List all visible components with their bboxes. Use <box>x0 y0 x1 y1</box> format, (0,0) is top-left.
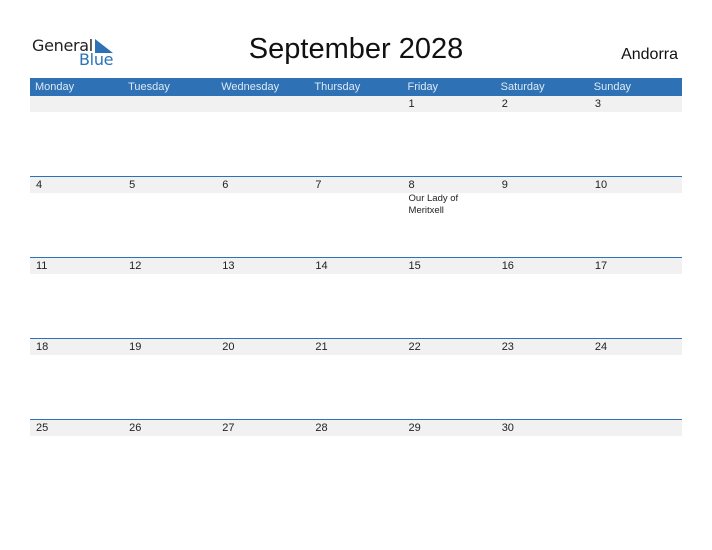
day-cell: 1 <box>403 96 496 177</box>
weekday-monday: Monday <box>35 81 75 93</box>
day-cell <box>589 420 682 501</box>
day-cell: 7 <box>309 177 402 258</box>
day-number: 28 <box>315 422 328 434</box>
day-cell: 16 <box>496 258 589 339</box>
weekday-header: Monday Tuesday Wednesday Thursday Friday… <box>30 78 682 96</box>
day-cell: 21 <box>309 339 402 420</box>
day-cell: 14 <box>309 258 402 339</box>
weekday-saturday: Saturday <box>500 81 545 93</box>
weekday-sunday: Sunday <box>593 81 632 93</box>
day-cell: 22 <box>403 339 496 420</box>
week-row: 4 5 6 7 8 Our Lady of Meritxell 9 10 <box>30 176 682 258</box>
day-number: 7 <box>315 179 322 191</box>
week-row: 11 12 13 14 15 16 17 <box>30 257 682 339</box>
day-cell: 12 <box>123 258 216 339</box>
day-cell: 9 <box>496 177 589 258</box>
weekday-thursday: Thursday <box>314 81 361 93</box>
day-number: 6 <box>222 179 229 191</box>
day-cell: 3 <box>589 96 682 177</box>
country-label: Andorra <box>621 46 678 63</box>
day-number: 24 <box>594 341 608 353</box>
day-number: 27 <box>222 422 235 434</box>
day-cell: 20 <box>216 339 309 420</box>
week-row: 1 2 3 <box>30 96 682 177</box>
day-cell: 2 <box>496 96 589 177</box>
day-cell: 6 <box>216 177 309 258</box>
day-number: 13 <box>222 260 235 272</box>
day-number: 29 <box>408 422 421 434</box>
day-number: 26 <box>129 422 142 434</box>
day-cell <box>123 96 216 177</box>
day-cell: 15 <box>403 258 496 339</box>
day-number: 3 <box>594 98 601 110</box>
day-number: 4 <box>36 179 43 191</box>
day-number: 19 <box>129 341 142 353</box>
day-cell: 29 <box>403 420 496 501</box>
day-number: 15 <box>408 260 421 272</box>
day-cell: 5 <box>123 177 216 258</box>
day-cell: 8 Our Lady of Meritxell <box>403 177 496 258</box>
day-cell: 13 <box>216 258 309 339</box>
day-number: 5 <box>129 179 136 191</box>
day-cell: 10 <box>589 177 682 258</box>
day-number: 25 <box>36 422 49 434</box>
day-cell: 24 <box>589 339 682 420</box>
day-number: 17 <box>594 260 608 272</box>
day-number: 20 <box>222 341 235 353</box>
day-cell <box>309 96 402 177</box>
day-cell: 18 <box>30 339 123 420</box>
day-number: 16 <box>501 260 514 272</box>
week-row: 18 19 20 21 22 23 24 <box>30 338 682 420</box>
day-cell: 11 <box>30 258 123 339</box>
day-cell: 19 <box>123 339 216 420</box>
calendar-title: September 2028 <box>248 33 464 65</box>
week-row: 25 26 27 28 29 30 <box>30 419 682 501</box>
day-number: 10 <box>594 179 608 191</box>
day-cell: 30 <box>496 420 589 501</box>
weekday-tuesday: Tuesday <box>128 81 170 93</box>
holiday-event: Our Lady of Meritxell <box>408 193 459 216</box>
day-cell: 4 <box>30 177 123 258</box>
day-number: 14 <box>315 260 328 272</box>
day-cell <box>30 96 123 177</box>
day-number: 23 <box>501 341 514 353</box>
weekday-friday: Friday <box>407 81 439 93</box>
day-number: 9 <box>501 179 508 191</box>
day-number: 2 <box>501 98 508 110</box>
day-number: 11 <box>36 260 48 272</box>
day-number: 8 <box>408 179 415 191</box>
day-cell: 25 <box>30 420 123 501</box>
day-number: 30 <box>501 422 514 434</box>
day-number: 22 <box>408 341 421 353</box>
day-number: 1 <box>408 98 415 110</box>
weekday-wednesday: Wednesday <box>221 81 280 93</box>
day-cell: 17 <box>589 258 682 339</box>
day-cell <box>216 96 309 177</box>
day-cell: 27 <box>216 420 309 501</box>
day-number: 18 <box>36 341 49 353</box>
day-cell: 23 <box>496 339 589 420</box>
day-number: 21 <box>315 341 328 353</box>
day-cell: 28 <box>309 420 402 501</box>
day-number: 12 <box>129 260 142 272</box>
day-cell: 26 <box>123 420 216 501</box>
